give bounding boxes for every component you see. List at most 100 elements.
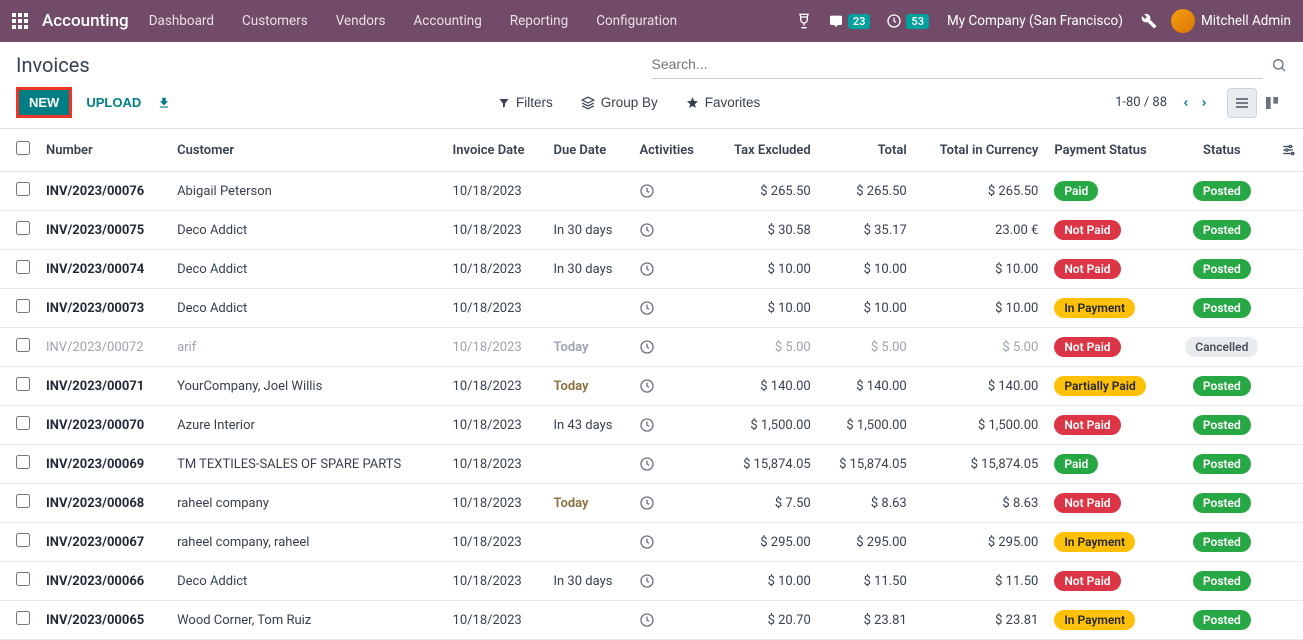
cell-customer: Deco Addict <box>169 562 444 601</box>
cell-status: Posted <box>1171 367 1273 406</box>
col-due-date[interactable]: Due Date <box>545 129 631 172</box>
cell-tax-excluded: $ 7.50 <box>712 484 818 523</box>
phone-icon[interactable] <box>796 13 812 29</box>
cell-activity[interactable] <box>631 250 712 289</box>
row-checkbox[interactable] <box>16 572 30 586</box>
row-checkbox[interactable] <box>16 494 30 508</box>
row-checkbox[interactable] <box>16 338 30 352</box>
row-checkbox[interactable] <box>16 455 30 469</box>
download-icon[interactable] <box>157 96 171 110</box>
company-selector[interactable]: My Company (San Francisco) <box>947 13 1123 29</box>
username[interactable]: Mitchell Admin <box>1201 13 1291 29</box>
table-row[interactable]: INV/2023/00076Abigail Peterson10/18/2023… <box>0 172 1303 211</box>
cell-total-currency: $ 10.00 <box>915 250 1047 289</box>
table-row[interactable]: INV/2023/00070Azure Interior10/18/2023In… <box>0 406 1303 445</box>
table-row[interactable]: INV/2023/00068raheel company10/18/2023To… <box>0 484 1303 523</box>
groupby-button[interactable]: Group By <box>581 95 658 110</box>
column-settings[interactable] <box>1273 129 1303 172</box>
apps-icon[interactable] <box>12 13 28 29</box>
cell-payment-status: Not Paid <box>1046 562 1170 601</box>
cell-due-date <box>545 523 631 562</box>
avatar[interactable] <box>1171 9 1195 33</box>
cell-total: $ 5.00 <box>819 328 915 367</box>
row-checkbox[interactable] <box>16 182 30 196</box>
menu-dashboard[interactable]: Dashboard <box>149 13 214 29</box>
cell-activity[interactable] <box>631 367 712 406</box>
cell-number: INV/2023/00071 <box>38 367 169 406</box>
pager-next[interactable] <box>1199 96 1209 110</box>
cell-activity[interactable] <box>631 172 712 211</box>
cell-activity[interactable] <box>631 601 712 640</box>
table-row[interactable]: INV/2023/00075Deco Addict10/18/2023In 30… <box>0 211 1303 250</box>
row-checkbox[interactable] <box>16 416 30 430</box>
cell-tax-excluded: $ 265.50 <box>712 172 818 211</box>
kanban-view-button[interactable] <box>1257 88 1287 118</box>
row-checkbox[interactable] <box>16 299 30 313</box>
cell-activity[interactable] <box>631 562 712 601</box>
col-total[interactable]: Total <box>819 129 915 172</box>
cell-activity[interactable] <box>631 523 712 562</box>
cell-payment-status: Partially Paid <box>1046 367 1170 406</box>
payment-status-badge: In Payment <box>1054 298 1135 318</box>
menu-accounting[interactable]: Accounting <box>414 13 482 29</box>
cell-total: $ 15,874.05 <box>819 445 915 484</box>
clock-icon <box>639 261 704 277</box>
cell-total-currency: $ 140.00 <box>915 367 1047 406</box>
activities-icon[interactable]: 53 <box>886 13 929 29</box>
list-view-button[interactable] <box>1227 88 1257 118</box>
brand-name[interactable]: Accounting <box>42 11 129 31</box>
clock-icon <box>639 300 704 316</box>
row-checkbox[interactable] <box>16 377 30 391</box>
messages-icon[interactable]: 23 <box>828 13 871 29</box>
search-input[interactable] <box>652 50 1264 78</box>
search-icon[interactable] <box>1271 57 1287 73</box>
status-badge: Posted <box>1193 376 1251 396</box>
table-row[interactable]: INV/2023/00067raheel company, raheel10/1… <box>0 523 1303 562</box>
select-all-checkbox[interactable] <box>16 141 30 155</box>
col-activities[interactable]: Activities <box>631 129 712 172</box>
cell-activity[interactable] <box>631 211 712 250</box>
menu-configuration[interactable]: Configuration <box>596 13 677 29</box>
favorites-button[interactable]: Favorites <box>686 95 761 110</box>
col-status[interactable]: Status <box>1171 129 1273 172</box>
filters-button[interactable]: Filters <box>498 95 553 110</box>
payment-status-badge: Paid <box>1054 454 1098 474</box>
table-row[interactable]: INV/2023/00065Wood Corner, Tom Ruiz10/18… <box>0 601 1303 640</box>
cell-activity[interactable] <box>631 328 712 367</box>
kanban-icon <box>1264 95 1280 111</box>
col-invoice-date[interactable]: Invoice Date <box>445 129 546 172</box>
cell-activity[interactable] <box>631 289 712 328</box>
col-number[interactable]: Number <box>38 129 169 172</box>
new-button[interactable]: NEW <box>16 87 72 118</box>
row-checkbox[interactable] <box>16 611 30 625</box>
col-total-currency[interactable]: Total in Currency <box>915 129 1047 172</box>
upload-button[interactable]: UPLOAD <box>86 95 141 110</box>
row-checkbox[interactable] <box>16 221 30 235</box>
pager-prev[interactable] <box>1181 96 1191 110</box>
cell-invoice-date: 10/18/2023 <box>445 289 546 328</box>
pager-text[interactable]: 1-80 / 88 <box>1115 95 1167 110</box>
menu-vendors[interactable]: Vendors <box>336 13 386 29</box>
table-row[interactable]: INV/2023/00074Deco Addict10/18/2023In 30… <box>0 250 1303 289</box>
table-row[interactable]: INV/2023/00072arif10/18/2023Today$ 5.00$… <box>0 328 1303 367</box>
debug-icon[interactable] <box>1141 13 1157 29</box>
invoice-table: Number Customer Invoice Date Due Date Ac… <box>0 129 1303 640</box>
cell-invoice-date: 10/18/2023 <box>445 484 546 523</box>
col-tax-excluded[interactable]: Tax Excluded <box>712 129 818 172</box>
col-payment-status[interactable]: Payment Status <box>1046 129 1170 172</box>
cell-customer: Deco Addict <box>169 250 444 289</box>
status-badge: Posted <box>1193 454 1251 474</box>
table-row[interactable]: INV/2023/00073Deco Addict10/18/2023$ 10.… <box>0 289 1303 328</box>
menu-reporting[interactable]: Reporting <box>510 13 568 29</box>
table-row[interactable]: INV/2023/00071YourCompany, Joel Willis10… <box>0 367 1303 406</box>
cell-activity[interactable] <box>631 406 712 445</box>
menu-customers[interactable]: Customers <box>242 13 308 29</box>
cell-activity[interactable] <box>631 445 712 484</box>
table-row[interactable]: INV/2023/00066Deco Addict10/18/2023In 30… <box>0 562 1303 601</box>
row-checkbox[interactable] <box>16 533 30 547</box>
table-row[interactable]: INV/2023/00069TM TEXTILES-SALES OF SPARE… <box>0 445 1303 484</box>
cell-customer: arif <box>169 328 444 367</box>
col-customer[interactable]: Customer <box>169 129 444 172</box>
cell-activity[interactable] <box>631 484 712 523</box>
row-checkbox[interactable] <box>16 260 30 274</box>
